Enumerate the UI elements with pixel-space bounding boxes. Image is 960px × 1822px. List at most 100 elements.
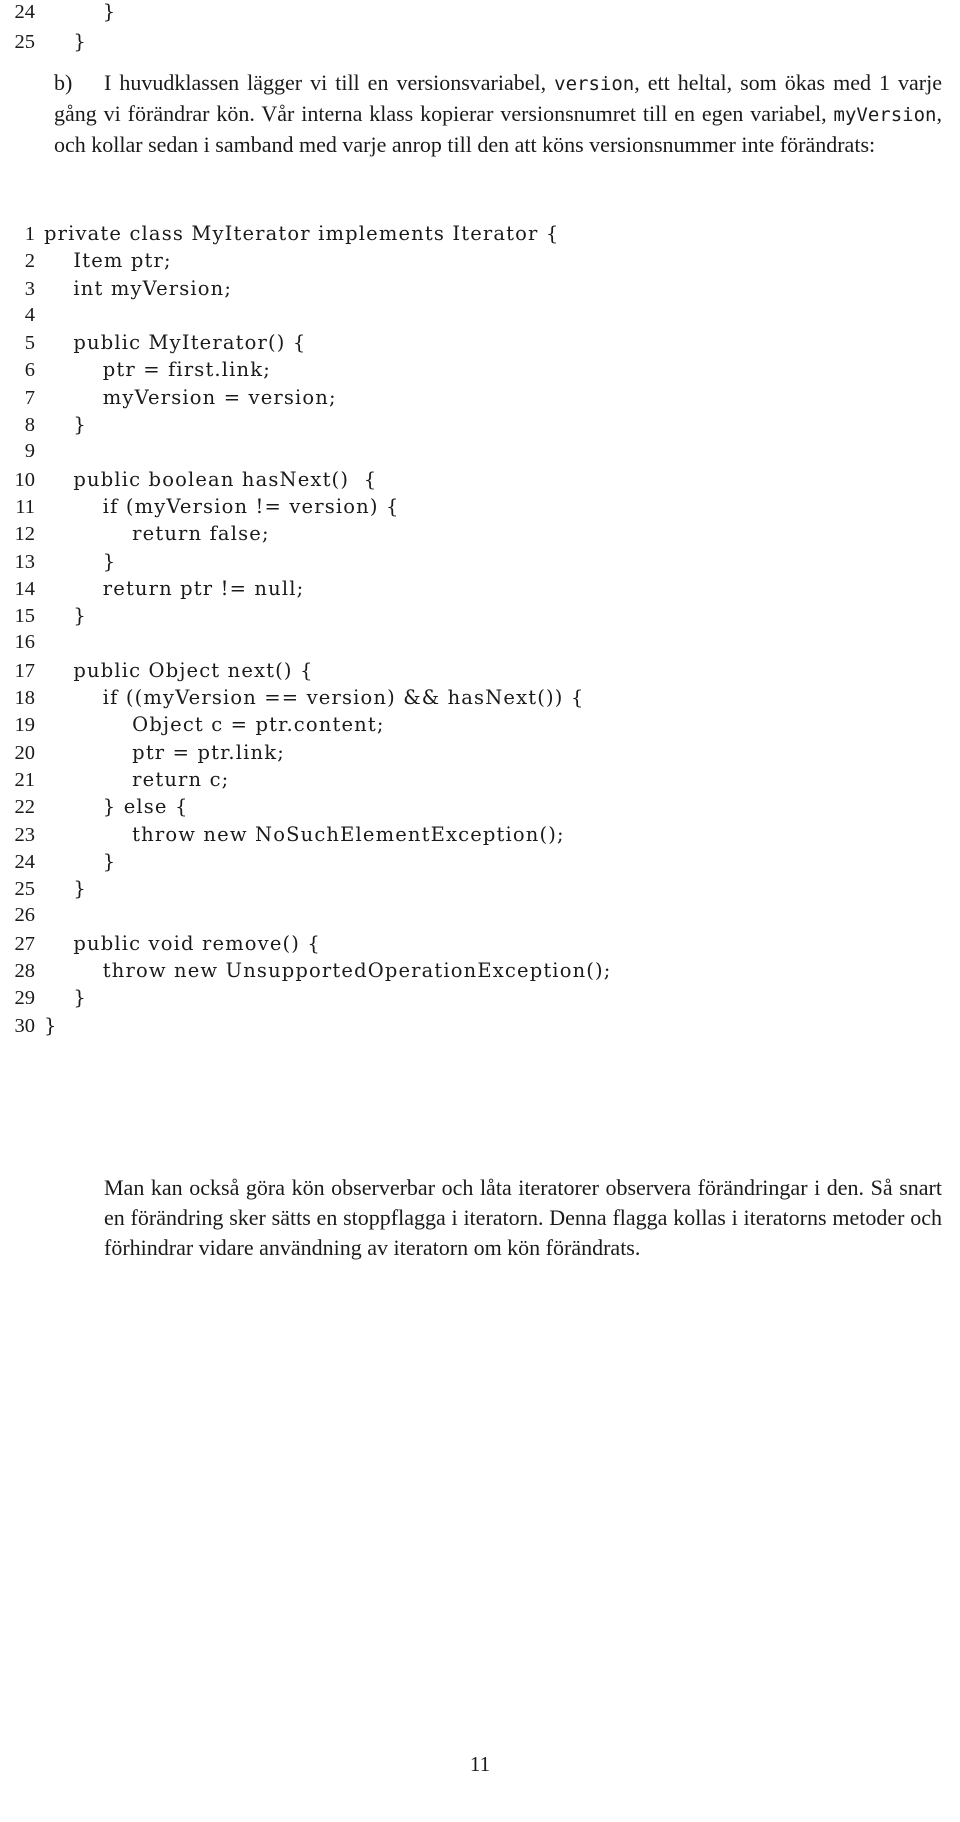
code-line-text: } else { [44,795,189,819]
code-line-text: public void remove() { [44,931,321,955]
code-line-text: } [44,849,117,873]
code-line: 21 return c; [0,768,960,795]
item-b-paragraph: b) I huvudklassen lägger vi till en vers… [54,68,942,160]
code-line: 23 throw new NoSuchElementException(); [0,823,960,850]
code-line-text: } [44,986,87,1010]
code-listing-myiterator: 1 private class MyIterator implements Ite… [0,222,960,1041]
closing-paragraph: Man kan också göra kön observerbar och l… [104,1175,942,1260]
code-line: 27 public void remove() { [0,932,960,959]
code-line-text: if ((myVersion == version) && hasNext())… [44,686,585,710]
code-line: 6 ptr = first.link; [0,358,960,385]
code-line-text: public boolean hasNext() { [44,467,378,491]
code-line-number: 15 [14,605,36,628]
inline-code-myversion: myVersion [833,104,937,126]
code-line: 1 private class MyIterator implements Ite… [0,222,960,249]
code-line: 18 if ((myVersion == version) && hasNext… [0,686,960,713]
code-line-text: ptr = ptr.link; [44,740,285,764]
code-line-text: } [44,0,117,23]
code-line-number: 16 [14,631,36,654]
code-line: 14 return ptr != null; [0,577,960,604]
code-line-text: } [44,413,87,437]
code-line-number: 28 [14,960,36,983]
code-line: 15 } [0,604,960,631]
code-line: 4 [0,304,960,331]
code-line-text: Item ptr; [44,249,172,273]
code-line-number: 5 [24,332,35,355]
code-line-number: 25 [14,878,36,901]
code-line: 24 } [0,850,960,877]
code-line: 7 myVersion = version; [0,386,960,413]
code-line-number: 10 [14,468,36,491]
code-line-number: 6 [24,359,35,382]
code-line-number: 9 [24,440,35,463]
code-line: 29 } [0,986,960,1013]
code-line: 30} [0,1014,960,1041]
code-line: 24 } [0,0,960,30]
code-line-number: 17 [14,659,36,682]
document-page: 24 } 25 } b) I huvudklassen lägger vi til… [0,0,960,1822]
code-line-text: } [44,1013,58,1037]
code-line-text: } [44,30,87,53]
code-line: 17 public Object next() { [0,659,960,686]
code-line-text: Object c = ptr.content; [44,713,385,737]
code-line-number: 7 [24,386,35,409]
code-line-number: 13 [14,550,36,573]
code-line-number: 25 [14,31,36,53]
code-line-text: throw new NoSuchElementException(); [44,822,565,846]
item-b-text-part-1: I huvudklassen lägger vi till en version… [104,70,555,95]
code-line: 25 } [0,877,960,904]
code-line: 20 ptr = ptr.link; [0,741,960,768]
code-line: 9 [0,440,960,467]
code-line-text: public Object next() { [44,658,314,682]
code-line-number: 24 [14,850,36,873]
code-line-text: return ptr != null; [44,576,305,600]
inline-code-version: version [554,73,635,95]
code-line-text: } [44,877,87,901]
code-line-text: return false; [44,522,270,546]
code-line-number: 20 [14,741,36,764]
code-line-number: 24 [14,1,36,23]
code-line-number: 2 [24,250,35,273]
code-line-number: 1 [24,223,35,245]
code-line-number: 22 [14,796,36,819]
code-listing-continuation: 24 } 25 } [0,0,960,60]
code-line: 8 } [0,413,960,440]
code-line-number: 26 [14,904,36,927]
code-line: 22 } else { [0,795,960,822]
code-line: 25 } [0,30,960,60]
code-line-number: 29 [14,987,36,1010]
code-line-text: myVersion = version; [44,385,337,409]
code-line-text: ptr = first.link; [44,358,271,382]
code-line: 5 public MyIterator() { [0,331,960,358]
code-line: 19 Object c = ptr.content; [0,713,960,740]
code-line-number: 23 [14,823,36,846]
code-line-number: 14 [14,577,36,600]
code-line-text: int myVersion; [44,276,233,300]
code-line-text: } [44,549,117,573]
code-line: 12 return false; [0,522,960,549]
code-line-number: 11 [15,495,35,518]
code-line-number: 12 [14,523,36,546]
code-line-number: 21 [14,768,36,791]
code-line: 3 int myVersion; [0,277,960,304]
code-line-text: } [44,604,87,628]
code-line: 13 } [0,550,960,577]
code-line-number: 18 [14,687,36,710]
code-line: 28 throw new UnsupportedOperationExcepti… [0,959,960,986]
code-line-text: return c; [44,767,230,791]
code-line-number: 8 [24,414,35,437]
code-line-number: 27 [14,932,36,955]
code-line-text: public MyIterator() { [44,331,307,355]
code-line-text: private class MyIterator implements Iter… [44,222,560,245]
code-line: 11 if (myVersion != version) { [0,495,960,522]
page-number: 11 [469,1752,491,1776]
code-line: 10 public boolean hasNext() { [0,468,960,495]
code-line-number: 4 [24,303,35,326]
code-line: 26 [0,904,960,931]
code-line-text: throw new UnsupportedOperationException(… [44,959,612,983]
code-line-number: 19 [14,714,36,737]
item-b-label: b) [54,70,73,95]
code-line-number: 30 [14,1014,36,1037]
code-line: 2 Item ptr; [0,249,960,276]
code-line: 16 [0,631,960,658]
